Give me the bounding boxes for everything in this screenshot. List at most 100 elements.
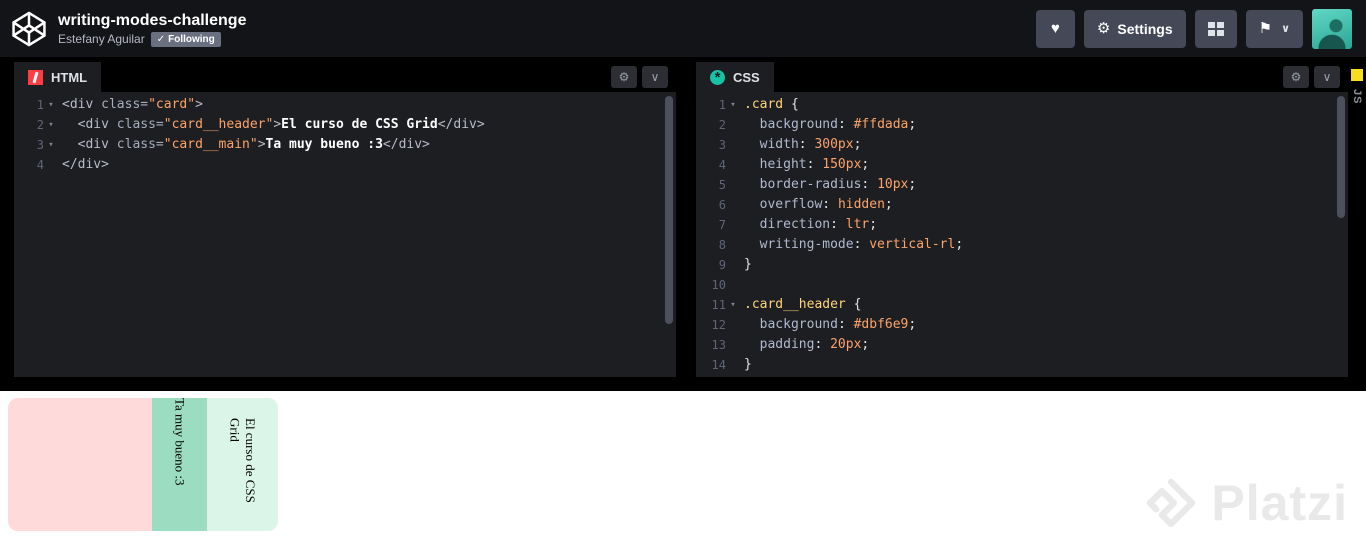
code-line[interactable]: 4 height: 150px; — [696, 155, 1348, 175]
preview-area: El curso de CSS Grid Ta muy bueno :3 Pla… — [0, 391, 1366, 538]
html-scrollbar-thumb[interactable] — [665, 96, 673, 324]
code-text: </div> — [62, 157, 109, 172]
line-number: 11 — [711, 298, 726, 312]
chevron-down-icon: ∨ — [1281, 23, 1290, 35]
code-line[interactable]: 14} — [696, 355, 1348, 375]
line-gutter: 12 — [696, 315, 744, 335]
avatar[interactable] — [1312, 8, 1352, 49]
code-line[interactable]: 7 direction: ltr; — [696, 215, 1348, 235]
app-header: writing-modes-challenge Estefany Aguilar… — [0, 0, 1366, 57]
platzi-logo-icon — [1147, 478, 1196, 528]
pen-author[interactable]: Estefany Aguilar — [58, 32, 145, 46]
js-tab-label: JS — [1351, 89, 1363, 105]
code-text: } — [744, 357, 752, 372]
code-text: <div class="card__main">Ta muy bueno :3<… — [77, 137, 430, 152]
pen-title: writing-modes-challenge — [58, 11, 247, 29]
code-line[interactable]: 2 ▾ <div class="card__header">El curso de… — [14, 115, 676, 135]
html-panel: HTML ⚙ ∨ 1 ▾ <div class="card"> 2 ▾ <div cla… — [14, 62, 676, 377]
code-line[interactable]: 3 width: 300px; — [696, 135, 1348, 155]
code-line[interactable]: 13 padding: 20px; — [696, 335, 1348, 355]
code-line[interactable]: 2 background: #ffdada; — [696, 115, 1348, 135]
line-gutter: 13 — [696, 335, 744, 355]
code-line[interactable]: 10 — [696, 275, 1348, 295]
html-tab-label: HTML — [51, 69, 88, 85]
line-number: 6 — [718, 198, 726, 212]
line-number: 8 — [718, 238, 726, 252]
code-text: .card { — [744, 97, 799, 112]
code-text: border-radius: 10px; — [759, 177, 917, 192]
html-settings-button[interactable]: ⚙ — [611, 66, 637, 88]
fold-arrow-icon[interactable]: ▾ — [728, 95, 738, 115]
code-line[interactable]: 11 ▾ .card__header { — [696, 295, 1348, 315]
line-number: 7 — [718, 218, 726, 232]
line-gutter: 6 — [696, 195, 744, 215]
code-line[interactable]: 5 border-radius: 10px; — [696, 175, 1348, 195]
code-text: height: 150px; — [759, 157, 870, 172]
line-number: 3 — [36, 138, 44, 152]
css-editor[interactable]: 1 ▾ .card {2 background: #ffdada; 3 width: … — [696, 92, 1348, 377]
line-gutter: 4 — [696, 155, 744, 175]
preview-resizer[interactable] — [0, 377, 1366, 391]
codepen-logo-icon[interactable] — [10, 10, 48, 48]
line-gutter: 7 — [696, 215, 744, 235]
code-text: <div class="card"> — [62, 97, 203, 112]
platzi-watermark: Platzi — [1143, 474, 1348, 532]
codepen-app: writing-modes-challenge Estefany Aguilar… — [0, 0, 1366, 538]
gear-icon: ⚙ — [1096, 20, 1111, 37]
fold-arrow-icon[interactable]: ▾ — [46, 115, 56, 135]
pin-icon: ⚑ — [1258, 20, 1273, 37]
line-gutter: 2 ▾ — [14, 115, 62, 135]
line-gutter: 4 — [14, 155, 62, 175]
fold-arrow-icon[interactable]: ▾ — [46, 135, 56, 155]
tab-css[interactable]: * CSS — [696, 62, 774, 92]
line-gutter: 3 ▾ — [14, 135, 62, 155]
code-line[interactable]: 1 ▾ <div class="card"> — [14, 95, 676, 115]
code-line[interactable]: 12 background: #dbf6e9; — [696, 315, 1348, 335]
css-collapse-button[interactable]: ∨ — [1314, 66, 1340, 88]
css-panel: * CSS ⚙ ∨ 1 ▾ .card {2 background: #ffdada… — [696, 62, 1348, 377]
pin-button[interactable]: ⚑ ∨ — [1245, 9, 1303, 48]
code-text: overflow: hidden; — [759, 197, 893, 212]
line-gutter: 2 — [696, 115, 744, 135]
code-line[interactable]: 8 writing-mode: vertical-rl; — [696, 235, 1348, 255]
line-gutter: 14 — [696, 355, 744, 375]
line-gutter: 5 — [696, 175, 744, 195]
css-tab-actions: ⚙ ∨ — [1283, 66, 1340, 88]
code-line[interactable]: 9} — [696, 255, 1348, 275]
code-line[interactable]: 1 ▾ .card { — [696, 95, 1348, 115]
fold-arrow-icon[interactable]: ▾ — [46, 95, 56, 115]
code-text: direction: ltr; — [759, 217, 878, 232]
line-number: 9 — [718, 258, 726, 272]
settings-button[interactable]: ⚙ Settings — [1083, 9, 1186, 48]
pen-author-row: Estefany Aguilar ✓ Following — [58, 31, 246, 47]
code-text: <div class="card__header">El curso de CS… — [77, 117, 485, 132]
change-view-button[interactable] — [1194, 9, 1237, 48]
line-number: 12 — [711, 318, 726, 332]
code-line[interactable]: 4 </div> — [14, 155, 676, 175]
html-collapse-button[interactable]: ∨ — [642, 66, 668, 88]
chevron-down-icon: ∨ — [650, 70, 660, 84]
css-settings-button[interactable]: ⚙ — [1283, 66, 1309, 88]
code-text: writing-mode: vertical-rl; — [759, 237, 964, 252]
tab-html[interactable]: HTML — [14, 62, 102, 92]
fold-arrow-icon[interactable]: ▾ — [728, 295, 738, 315]
layout-grid-icon — [1207, 21, 1224, 36]
css-scrollbar-thumb[interactable] — [1337, 96, 1345, 218]
platzi-wordmark: Platzi — [1211, 475, 1348, 531]
panel-resizer[interactable] — [676, 62, 696, 377]
html-editor[interactable]: 1 ▾ <div class="card"> 2 ▾ <div class="card_… — [14, 92, 676, 377]
line-number: 1 — [36, 98, 44, 112]
line-number: 2 — [36, 118, 44, 132]
line-number: 14 — [711, 358, 726, 372]
code-text: } — [744, 257, 752, 272]
line-number: 4 — [718, 158, 726, 172]
js-panel-collapsed[interactable]: JS — [1348, 62, 1366, 377]
like-button[interactable]: ♥ — [1036, 9, 1075, 48]
code-line[interactable]: 3 ▾ <div class="card__main">Ta muy bueno … — [14, 135, 676, 155]
settings-label: Settings — [1117, 20, 1173, 37]
code-line[interactable]: 6 overflow: hidden; — [696, 195, 1348, 215]
header-left: writing-modes-challenge Estefany Aguilar… — [10, 10, 246, 48]
line-gutter: 3 — [696, 135, 744, 155]
following-badge[interactable]: ✓ Following — [150, 31, 221, 47]
gear-icon: ⚙ — [1290, 70, 1302, 84]
